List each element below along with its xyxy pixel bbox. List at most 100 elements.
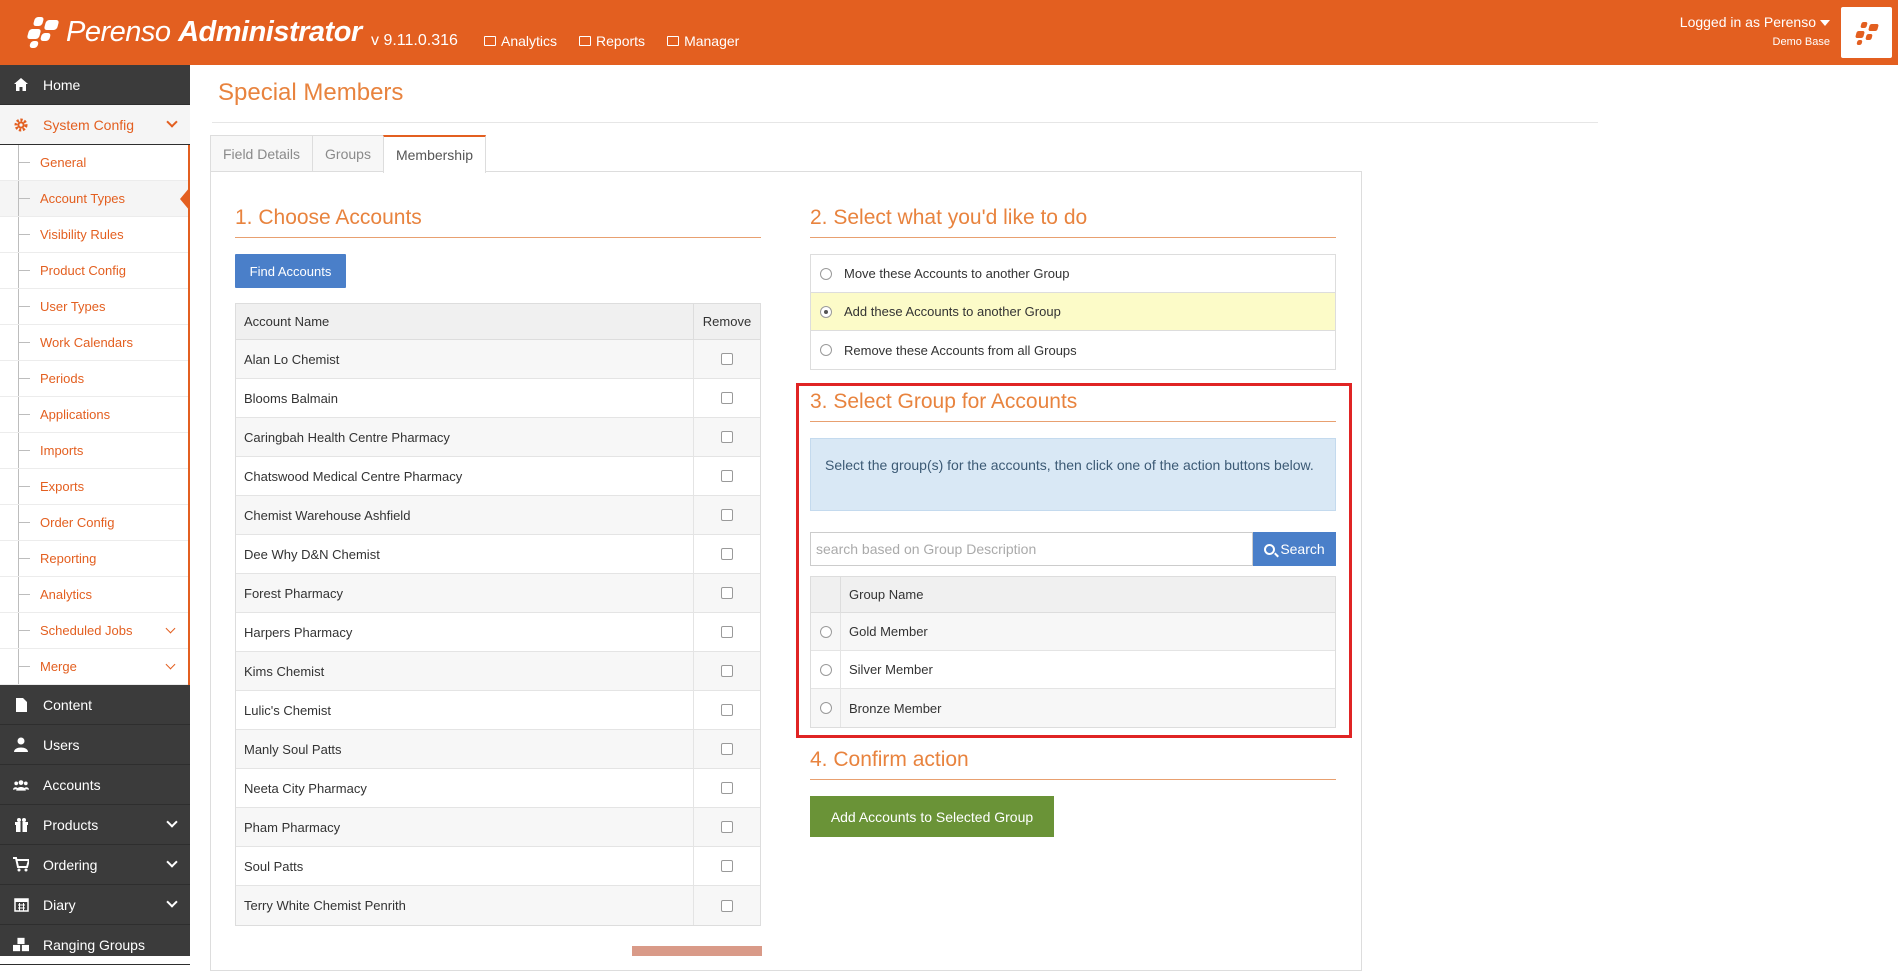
column-remove: Remove <box>693 304 760 339</box>
tab-field-details[interactable]: Field Details <box>210 135 314 172</box>
sidebar-subitem-general[interactable]: General <box>0 145 188 181</box>
find-accounts-button[interactable]: Find Accounts <box>235 254 346 288</box>
sidebar-subitem-reporting[interactable]: Reporting <box>0 541 188 577</box>
sidebar-item-accounts[interactable]: Accounts <box>0 765 190 805</box>
sidebar-item-diary[interactable]: Diary <box>0 885 190 925</box>
remove-checkbox[interactable] <box>721 821 733 833</box>
sidebar-subitem-work-calendars[interactable]: Work Calendars <box>0 325 188 361</box>
cubes-icon <box>13 937 29 953</box>
sidebar-item-content[interactable]: Content <box>0 685 190 725</box>
option-remove-accounts[interactable]: Remove these Accounts from all Groups <box>811 331 1335 369</box>
search-button[interactable]: Search <box>1253 532 1336 566</box>
sidebar-subitem-account-types[interactable]: Account Types <box>0 181 190 217</box>
sidebar-subitem-order-config[interactable]: Order Config <box>0 505 188 541</box>
account-name: Pham Pharmacy <box>244 819 341 835</box>
sidebar-item-ranging-groups[interactable]: Ranging Groups <box>0 925 190 965</box>
cart-icon <box>13 857 29 873</box>
add-accounts-to-group-button[interactable]: Add Accounts to Selected Group <box>810 796 1054 837</box>
remove-checkbox[interactable] <box>721 548 733 560</box>
table-row: Manly Soul Patts <box>236 730 760 769</box>
remove-checkbox[interactable] <box>721 743 733 755</box>
table-row: Neeta City Pharmacy <box>236 769 760 808</box>
sidebar-item-ordering[interactable]: Ordering <box>0 845 190 885</box>
remove-checkbox[interactable] <box>721 704 733 716</box>
sidebar-subitem-merge[interactable]: Merge <box>0 649 188 685</box>
remove-checkbox[interactable] <box>721 899 733 912</box>
groups-table: Group Name Gold Member Silver Member Bro… <box>810 576 1336 728</box>
table-row: Kims Chemist <box>236 652 760 691</box>
remove-checkbox[interactable] <box>721 626 733 638</box>
sidebar-item-system-config[interactable]: System Config <box>0 105 190 145</box>
sidebar-subitem-analytics[interactable]: Analytics <box>0 577 188 613</box>
group-name: Gold Member <box>849 624 928 639</box>
tab-groups[interactable]: Groups <box>312 135 384 172</box>
sidebar-subitem-visibility-rules[interactable]: Visibility Rules <box>0 217 188 253</box>
sidebar-subitem-imports[interactable]: Imports <box>0 433 188 469</box>
remove-checkbox[interactable] <box>721 392 733 404</box>
account-name: Terry White Chemist Penrith <box>244 898 406 913</box>
radio-button[interactable] <box>820 344 832 356</box>
nav-manager[interactable]: Manager <box>667 33 739 49</box>
remove-checkbox[interactable] <box>721 470 733 482</box>
app-title: Perenso Administrator <box>66 15 362 48</box>
top-bar: Perenso Administrator v 9.11.0.316 Analy… <box>0 0 1898 65</box>
search-icon <box>1264 543 1276 555</box>
table-row: Pham Pharmacy <box>236 808 760 847</box>
sidebar-subitem-product-config[interactable]: Product Config <box>0 253 188 289</box>
remove-checkbox[interactable] <box>721 431 733 443</box>
remove-selected-button[interactable] <box>632 946 762 956</box>
sidebar-subitem-applications[interactable]: Applications <box>0 397 188 433</box>
sidebar: Home System Config General Account Types… <box>0 65 190 965</box>
radio-button-selected[interactable] <box>820 305 832 318</box>
group-search-input[interactable]: search based on Group Description <box>810 532 1253 566</box>
tab-bar: Field Details Groups Membership <box>210 135 486 173</box>
radio-button[interactable] <box>820 702 832 714</box>
section-select-group-title: 3. Select Group for Accounts <box>810 390 1078 413</box>
remove-checkbox[interactable] <box>721 782 733 794</box>
section-divider <box>810 779 1336 780</box>
remove-checkbox[interactable] <box>721 587 733 599</box>
remove-checkbox[interactable] <box>721 353 733 365</box>
page-title: Special Members <box>218 79 404 106</box>
user-label: Logged in as Perenso <box>1679 14 1816 30</box>
option-move-accounts[interactable]: Move these Accounts to another Group <box>811 255 1335 293</box>
remove-checkbox[interactable] <box>721 665 733 677</box>
accounts-table: Account Name Remove Alan Lo Chemist Bloo… <box>235 303 761 926</box>
radio-button[interactable] <box>820 625 832 638</box>
account-name: Chatswood Medical Centre Pharmacy <box>244 468 463 484</box>
table-icon <box>579 36 592 46</box>
table-row: Harpers Pharmacy <box>236 613 760 652</box>
remove-checkbox[interactable] <box>721 860 733 872</box>
account-name: Harpers Pharmacy <box>244 624 353 640</box>
tab-membership[interactable]: Membership <box>382 135 486 173</box>
remove-checkbox[interactable] <box>721 509 733 521</box>
sidebar-item-home[interactable]: Home <box>0 65 190 105</box>
column-group-name: Group Name <box>849 587 924 602</box>
nav-analytics[interactable]: Analytics <box>484 33 557 49</box>
radio-button[interactable] <box>820 267 832 280</box>
sidebar-item-products[interactable]: Products <box>0 805 190 845</box>
sidebar-subitem-periods[interactable]: Periods <box>0 361 188 397</box>
sidebar-subitem-user-types[interactable]: User Types <box>0 289 188 325</box>
sidebar-subitem-scheduled-jobs[interactable]: Scheduled Jobs <box>0 613 188 649</box>
user-menu[interactable]: Logged in as Perenso Demo Base <box>1680 14 1830 48</box>
radio-button[interactable] <box>820 663 832 676</box>
table-row[interactable]: Silver Member <box>811 651 1335 689</box>
nav-reports[interactable]: Reports <box>579 33 645 49</box>
active-pointer-icon <box>180 187 190 211</box>
app-logo[interactable]: Perenso Administrator <box>26 12 362 52</box>
table-row[interactable]: Gold Member <box>811 613 1335 651</box>
info-alert: Select the group(s) for the accounts, th… <box>810 438 1336 511</box>
calendar-icon <box>13 897 29 913</box>
sidebar-item-users[interactable]: Users <box>0 725 190 765</box>
section-select-action-title: 2. Select what you'd like to do <box>810 206 1088 229</box>
option-add-accounts[interactable]: Add these Accounts to another Group <box>811 293 1335 331</box>
sidebar-subitem-exports[interactable]: Exports <box>0 469 188 505</box>
table-row: Blooms Balmain <box>236 379 760 418</box>
avatar[interactable] <box>1841 7 1892 58</box>
account-name: Lulic's Chemist <box>244 702 332 718</box>
table-row[interactable]: Bronze Member <box>811 689 1335 727</box>
top-nav: Analytics Reports Manager <box>484 33 739 49</box>
table-row: Caringbah Health Centre Pharmacy <box>236 418 760 457</box>
section-divider <box>810 237 1336 238</box>
